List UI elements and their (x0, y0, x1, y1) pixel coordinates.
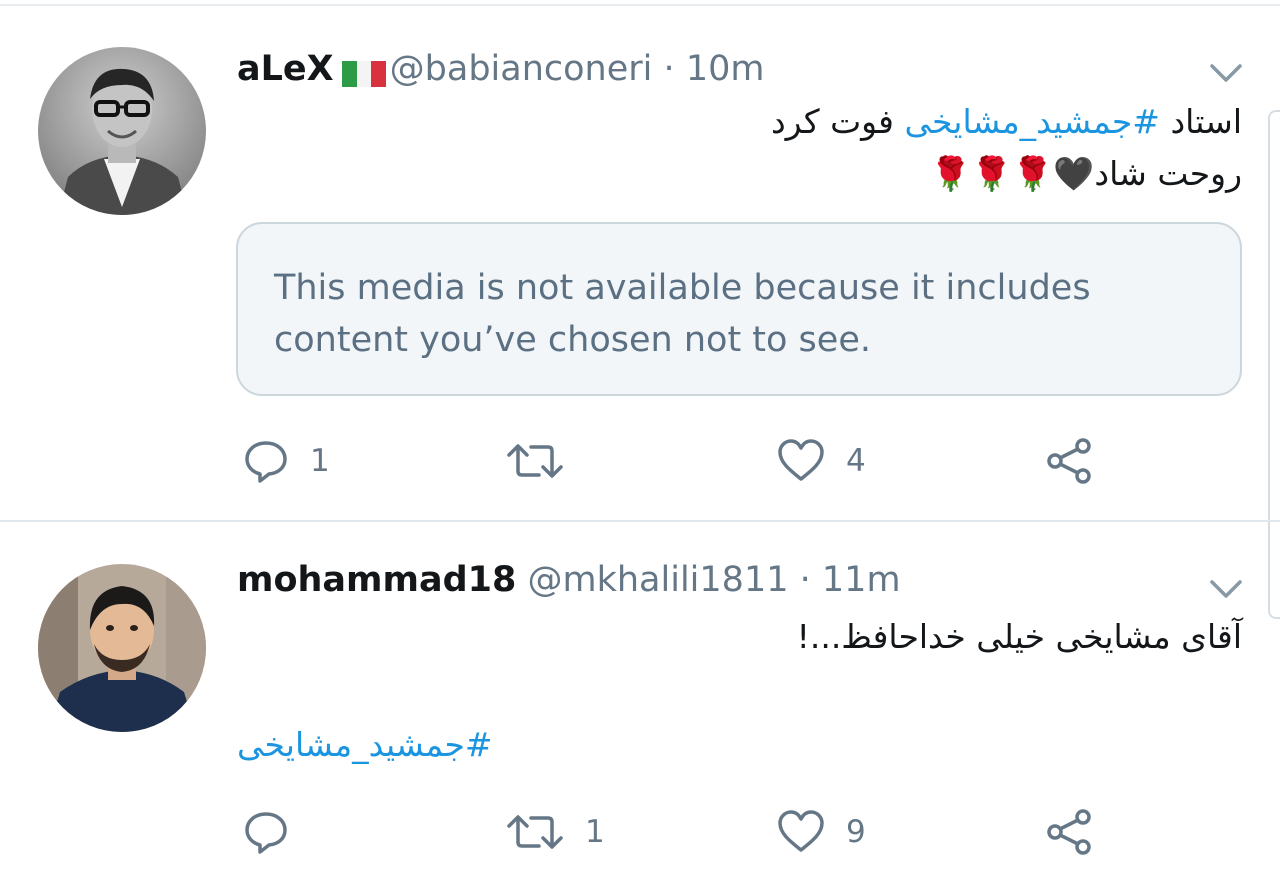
share-icon (1045, 436, 1095, 486)
hashtag-link[interactable]: #جمشید_مشایخی (237, 720, 493, 770)
reply-button[interactable]: 1 (242, 435, 330, 487)
reply-count: 1 (310, 443, 330, 479)
like-count: 9 (846, 814, 866, 850)
retweet-count: 1 (585, 814, 605, 850)
like-icon (776, 808, 826, 856)
username-handle[interactable]: @babianconeri (390, 49, 653, 89)
like-button[interactable]: 9 (776, 806, 866, 858)
tweet-text-part: استاد (1159, 102, 1242, 141)
tweet-header: aLeX @babianconeri · 10m (237, 47, 764, 91)
username-handle[interactable]: @mkhalili1811 (528, 560, 789, 600)
reply-button[interactable] (242, 806, 310, 858)
timestamp[interactable]: 11m (822, 560, 901, 600)
retweet-button[interactable]: 1 (505, 806, 605, 858)
display-name[interactable]: mohammad18 (237, 560, 516, 600)
share-button[interactable] (1045, 435, 1095, 487)
timestamp[interactable]: 10m (686, 49, 765, 89)
retweet-icon (505, 437, 565, 485)
top-divider (0, 4, 1280, 6)
tweet-header: mohammad18 @mkhalili1811 · 11m (237, 558, 901, 602)
tweet-text-part: فوت کرد (770, 102, 905, 141)
scroll-indicator (1268, 110, 1280, 619)
retweet-icon (505, 808, 565, 856)
display-name[interactable]: aLeX (237, 49, 334, 89)
reply-icon (242, 808, 290, 856)
tweet-divider (0, 520, 1280, 522)
like-icon (776, 437, 826, 485)
tweet-text: آقای مشایخی خیلی خداحافظ...! (796, 617, 1242, 656)
italy-flag-icon (341, 54, 386, 87)
tweet-text-line: روحت شاد🖤🌹🌹🌹 (930, 154, 1242, 193)
hashtag-link[interactable]: #جمشید_مشایخی (904, 102, 1160, 141)
separator-dot: · (799, 560, 811, 600)
like-count: 4 (846, 443, 866, 479)
tweet-text: استاد #جمشید_مشایخی فوت کرد (771, 97, 1242, 147)
like-button[interactable]: 4 (776, 435, 866, 487)
avatar[interactable] (38, 564, 206, 732)
media-unavailable-notice[interactable]: This media is not available because it i… (236, 222, 1242, 396)
share-button[interactable] (1045, 806, 1095, 858)
media-notice-text: This media is not available because it i… (274, 268, 1091, 360)
chevron-down-icon[interactable] (1206, 58, 1246, 88)
avatar[interactable] (38, 47, 206, 215)
reply-icon (242, 437, 290, 485)
share-icon (1045, 807, 1095, 857)
retweet-button[interactable] (505, 435, 585, 487)
separator-dot: · (663, 49, 675, 89)
chevron-down-icon[interactable] (1206, 574, 1246, 604)
